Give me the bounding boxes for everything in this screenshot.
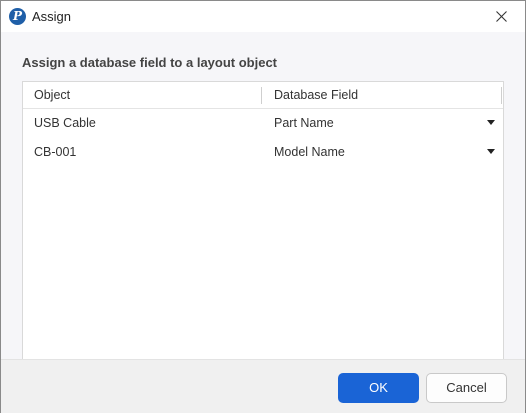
app-logo-glyph: P	[12, 9, 23, 23]
column-header-database-field[interactable]: Database Field	[274, 88, 358, 102]
table-header: Object Database Field	[23, 82, 503, 109]
table-row[interactable]: CB-001 Model Name	[23, 138, 503, 167]
database-field-dropdown[interactable]: Model Name	[274, 145, 345, 159]
dialog-footer: OK Cancel	[1, 359, 525, 413]
table-row[interactable]: USB Cable Part Name	[23, 109, 503, 138]
dropdown-arrow-icon[interactable]	[487, 120, 495, 125]
instruction-label: Assign a database field to a layout obje…	[22, 55, 278, 70]
title-bar: P Assign	[1, 1, 525, 32]
window-title: Assign	[32, 9, 72, 24]
dialog-content: Assign a database field to a layout obje…	[1, 32, 525, 370]
object-cell: USB Cable	[34, 116, 96, 130]
close-button[interactable]	[479, 1, 525, 32]
column-separator[interactable]	[501, 87, 502, 104]
ok-button[interactable]: OK	[338, 373, 419, 403]
object-cell: CB-001	[34, 145, 77, 159]
assign-dialog: P Assign Assign a database field to a la…	[0, 0, 526, 413]
app-logo-icon: P	[9, 8, 26, 25]
assignment-table: Object Database Field USB Cable Part Nam…	[22, 81, 504, 370]
column-header-object[interactable]: Object	[34, 88, 70, 102]
close-icon	[496, 11, 507, 22]
dropdown-arrow-icon[interactable]	[487, 149, 495, 154]
cancel-button[interactable]: Cancel	[426, 373, 507, 403]
database-field-dropdown[interactable]: Part Name	[274, 116, 334, 130]
column-separator[interactable]	[261, 87, 262, 104]
